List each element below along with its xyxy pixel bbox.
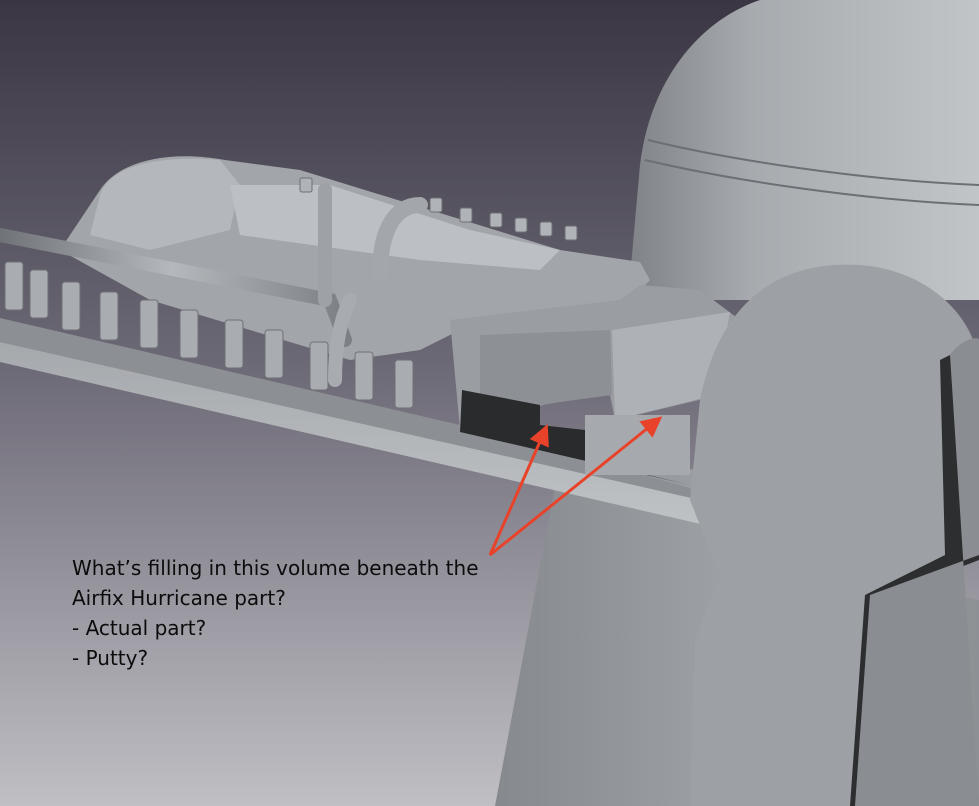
caption-line-1: What’s filling in this volume beneath th… — [72, 556, 479, 580]
annotation-caption: What’s filling in this volume beneath th… — [72, 553, 502, 673]
caption-line-3: - Actual part? — [72, 616, 207, 640]
cad-render-scene — [0, 0, 979, 806]
caption-line-2: Airfix Hurricane part? — [72, 586, 286, 610]
caption-line-4: - Putty? — [72, 646, 149, 670]
